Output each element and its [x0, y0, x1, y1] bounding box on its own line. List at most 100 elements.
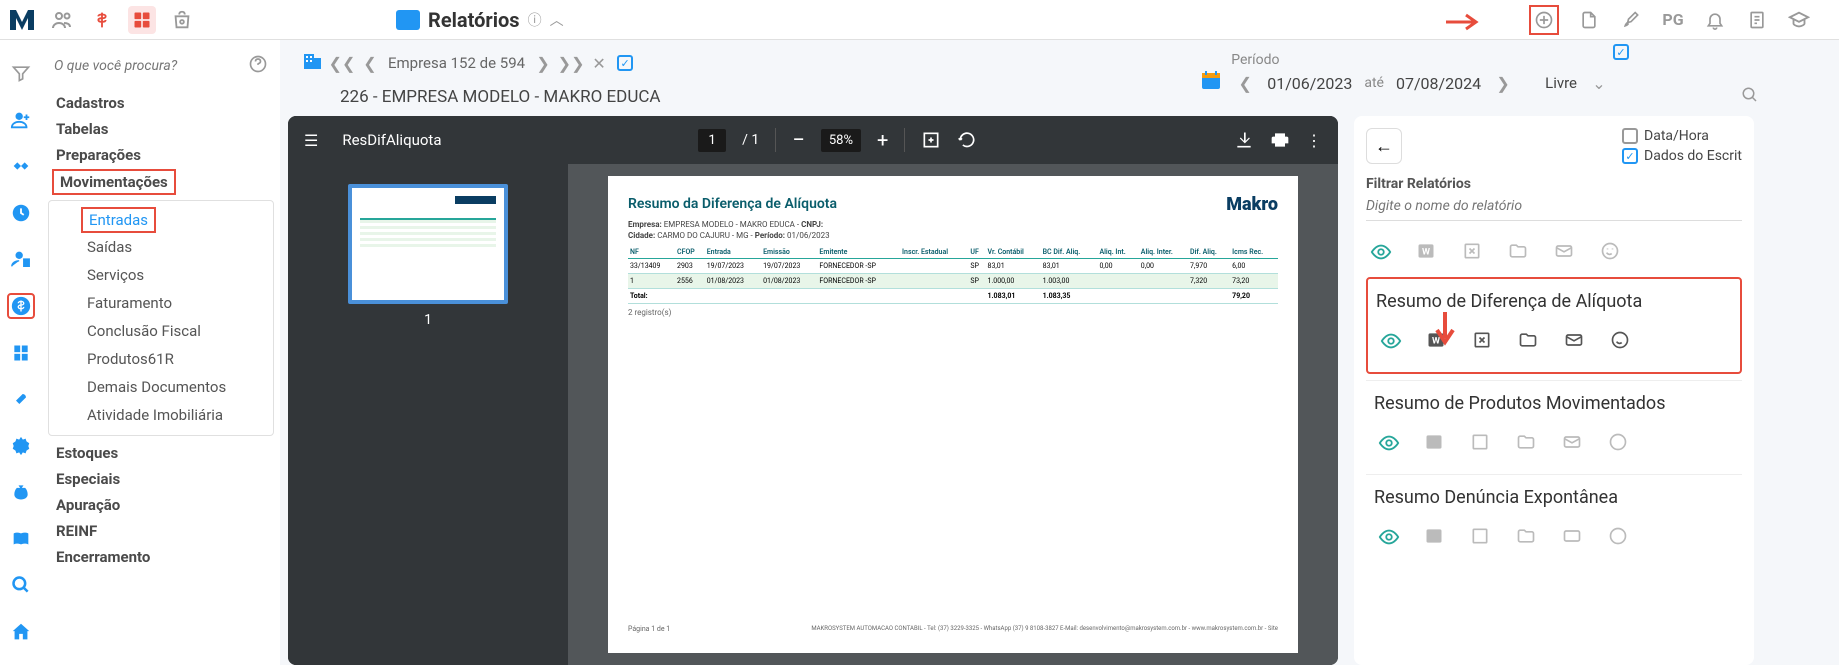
whatsapp-icon[interactable]	[1600, 241, 1622, 263]
dollar-icon[interactable]	[88, 6, 116, 34]
whatsapp-icon[interactable]	[1608, 432, 1630, 454]
bell-icon[interactable]	[1703, 8, 1727, 32]
person-doc-icon[interactable]	[7, 246, 35, 273]
folder-icon[interactable]	[1518, 330, 1540, 352]
period-from[interactable]: 01/06/2023	[1267, 74, 1352, 93]
back-button[interactable]: ←	[1366, 128, 1402, 164]
chevron-up-icon[interactable]: ︿	[550, 10, 564, 30]
submenu-conclusao[interactable]: Conclusão Fiscal	[73, 317, 273, 345]
company-search-icon[interactable]	[1741, 86, 1759, 108]
submenu-atividade[interactable]: Atividade Imobiliária	[73, 401, 273, 429]
period-mode[interactable]: Livre	[1545, 74, 1577, 92]
submenu-saidas[interactable]: Saídas	[73, 233, 273, 261]
period-mode-dropdown-icon[interactable]: ⌄	[1589, 73, 1609, 93]
print-icon[interactable]	[1270, 130, 1290, 150]
mail-icon[interactable]	[1564, 330, 1586, 352]
word-icon[interactable]	[1424, 526, 1446, 548]
excel-icon[interactable]	[1470, 526, 1492, 548]
menu-cadastros[interactable]: Cadastros	[42, 90, 280, 116]
brush-icon[interactable]	[1619, 8, 1643, 32]
wrench-icon[interactable]	[7, 386, 35, 413]
excel-icon[interactable]	[1462, 241, 1484, 263]
whatsapp-icon[interactable]	[1610, 330, 1632, 352]
mail-icon[interactable]	[1554, 241, 1576, 263]
mail-icon[interactable]	[1562, 526, 1584, 548]
mail-icon[interactable]	[1562, 432, 1584, 454]
menu-reinf[interactable]: REINF	[42, 518, 280, 544]
company-checkbox[interactable]: ✓	[617, 55, 633, 71]
calculator-icon[interactable]	[7, 339, 35, 366]
folder-icon[interactable]	[1516, 432, 1538, 454]
home-icon[interactable]	[7, 618, 35, 645]
menu-tabelas[interactable]: Tabelas	[42, 116, 280, 142]
document-icon[interactable]	[1577, 8, 1601, 32]
nav-first-icon[interactable]: ❮❮	[332, 53, 352, 73]
menu-icon[interactable]: ☰	[304, 131, 318, 150]
money-bag-icon[interactable]	[7, 479, 35, 506]
submenu-faturamento[interactable]: Faturamento	[73, 289, 273, 317]
folder-icon[interactable]	[1516, 526, 1538, 548]
thumbnail-1[interactable]	[348, 184, 508, 304]
submenu-servicos[interactable]: Serviços	[73, 261, 273, 289]
bag-icon[interactable]	[168, 6, 196, 34]
download-icon[interactable]	[1234, 130, 1254, 150]
excel-icon[interactable]	[1470, 432, 1492, 454]
pdf-zoom[interactable]: 58%	[821, 129, 861, 152]
menu-estoques[interactable]: Estoques	[42, 440, 280, 466]
report-card-3[interactable]: Resumo Denúncia Expontânea	[1366, 474, 1742, 568]
excel-icon[interactable]	[1472, 330, 1494, 352]
menu-apuracao[interactable]: Apuração	[42, 492, 280, 518]
grid-icon[interactable]	[128, 6, 156, 34]
menu-preparacoes[interactable]: Preparações	[42, 142, 280, 168]
eye-icon[interactable]	[1370, 241, 1392, 263]
graduation-icon[interactable]	[1787, 8, 1811, 32]
word-icon[interactable]	[1424, 432, 1446, 454]
folder-icon[interactable]	[1508, 241, 1530, 263]
menu-encerramento[interactable]: Encerramento	[42, 544, 280, 570]
filter-input[interactable]	[1366, 192, 1742, 221]
rotate-icon[interactable]	[957, 130, 977, 150]
report-card-2[interactable]: Resumo de Produtos Movimentados	[1366, 380, 1742, 474]
fit-page-icon[interactable]	[921, 130, 941, 150]
pg-icon[interactable]: PG	[1661, 8, 1685, 32]
menu-movimentacoes[interactable]: Movimentações	[52, 169, 176, 195]
pdf-page-input[interactable]	[698, 129, 726, 152]
help-icon[interactable]	[248, 54, 268, 78]
nav-close-icon[interactable]: ✕	[589, 53, 609, 73]
dollar-circle-icon[interactable]	[7, 293, 35, 320]
handshake-icon[interactable]	[7, 153, 35, 180]
period-prev-icon[interactable]: ❮	[1235, 73, 1255, 93]
period-to[interactable]: 07/08/2024	[1396, 74, 1481, 93]
app-logo[interactable]	[8, 6, 40, 34]
clock-icon[interactable]	[7, 200, 35, 227]
people-icon[interactable]	[48, 6, 76, 34]
nav-prev-icon[interactable]: ❮	[360, 53, 380, 73]
menu-especiais[interactable]: Especiais	[42, 466, 280, 492]
filter-icon[interactable]	[7, 60, 35, 87]
eye-icon[interactable]	[1378, 526, 1400, 548]
search-input[interactable]	[54, 58, 240, 74]
submenu-produtos61r[interactable]: Produtos61R	[73, 345, 273, 373]
receipt-icon[interactable]	[1745, 8, 1769, 32]
period-checkbox[interactable]: ✓	[1613, 44, 1629, 60]
zoom-out-icon[interactable]: −	[792, 128, 805, 153]
info-icon[interactable]: ⓘ	[528, 10, 542, 30]
calendar-icon[interactable]	[1199, 68, 1223, 98]
building-icon[interactable]	[300, 48, 324, 78]
nav-next-icon[interactable]: ❯	[533, 53, 553, 73]
zoom-in-icon[interactable]: +	[877, 128, 888, 152]
report-card-1[interactable]: Resumo de Diferença de Alíquota W	[1366, 277, 1742, 374]
period-next-icon[interactable]: ❯	[1493, 73, 1513, 93]
whatsapp-icon[interactable]	[1608, 526, 1630, 548]
word-icon[interactable]: W	[1416, 241, 1438, 263]
plus-icon[interactable]	[1529, 5, 1559, 35]
eye-icon[interactable]	[1380, 330, 1402, 352]
submenu-entradas[interactable]: Entradas	[81, 207, 156, 233]
person-add-icon[interactable]	[7, 107, 35, 134]
nav-last-icon[interactable]: ❯❯	[561, 53, 581, 73]
eye-icon[interactable]	[1378, 432, 1400, 454]
gear-icon[interactable]	[7, 432, 35, 459]
search-icon[interactable]	[7, 572, 35, 599]
book-icon[interactable]	[7, 525, 35, 552]
checkbox-dados[interactable]: ✓	[1622, 148, 1638, 164]
